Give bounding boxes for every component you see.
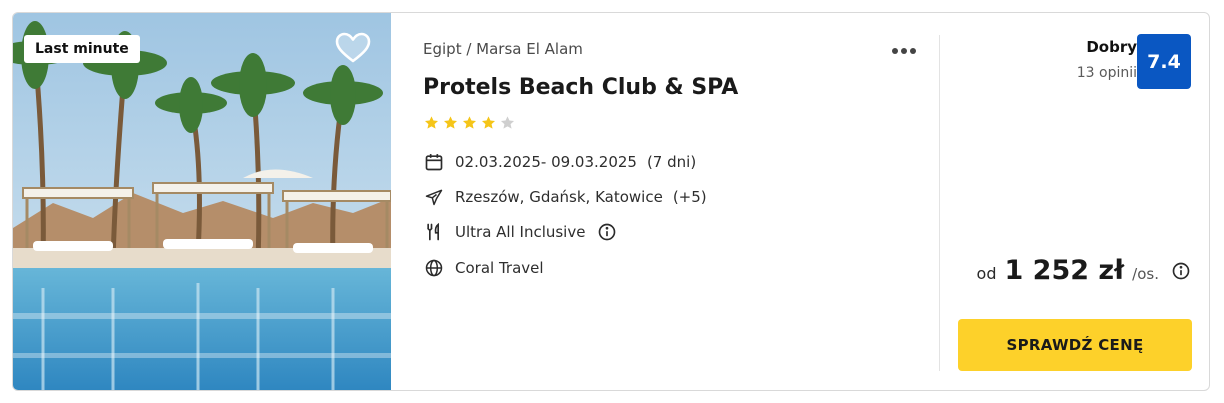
favorite-button[interactable] <box>335 32 371 64</box>
check-price-button[interactable]: SPRAWDŹ CENĘ <box>958 319 1192 371</box>
star-empty-icon <box>500 116 515 129</box>
dates-text: 02.03.2025- 09.03.2025 <box>455 153 637 171</box>
price-value: 1 252 zł <box>1004 255 1125 286</box>
info-circle-icon[interactable] <box>1171 261 1191 281</box>
price-unit: /os. <box>1132 265 1159 283</box>
hotel-photo[interactable]: Last minute <box>13 13 391 390</box>
offer-card[interactable]: Last minute Egipt / Marsa El Alam Protel… <box>12 12 1210 391</box>
duration-text: (7 dni) <box>646 153 697 171</box>
star-filled-icon <box>424 116 439 129</box>
column-divider <box>939 35 940 371</box>
star-filled-icon <box>462 116 477 129</box>
cutlery-icon <box>423 221 445 243</box>
operator-text: Coral Travel <box>455 259 544 277</box>
departures-row: Rzeszów, Gdańsk, Katowice (+5) <box>423 186 707 208</box>
board-text: Ultra All Inclusive <box>455 223 586 241</box>
operator-row: Coral Travel <box>423 257 544 279</box>
hotel-location[interactable]: Egipt / Marsa El Alam <box>423 40 583 58</box>
price: od 1 252 zł /os. <box>977 255 1191 286</box>
rating-count[interactable]: 13 opinii <box>1077 65 1137 81</box>
star-filled-icon <box>443 116 458 129</box>
hotel-photo-image <box>13 13 391 390</box>
more-horizontal-icon <box>892 48 916 54</box>
more-options-button[interactable] <box>887 39 921 63</box>
hotel-name[interactable]: Protels Beach Club & SPA <box>423 75 738 100</box>
offer-info: Egipt / Marsa El Alam Protels Beach Club… <box>423 13 923 390</box>
info-circle-icon[interactable] <box>597 222 617 242</box>
departures-more[interactable]: (+5) <box>673 188 707 206</box>
board-row: Ultra All Inclusive <box>423 221 617 243</box>
calendar-icon <box>423 151 445 173</box>
star-filled-icon <box>481 116 496 129</box>
heart-outline-icon <box>335 32 371 63</box>
hotel-stars <box>423 115 516 131</box>
price-from: od <box>976 264 997 283</box>
globe-icon <box>423 257 445 279</box>
dates-row: 02.03.2025- 09.03.2025 (7 dni) <box>423 151 696 173</box>
departures-text: Rzeszów, Gdańsk, Katowice <box>455 188 663 206</box>
last-minute-badge: Last minute <box>24 35 140 63</box>
plane-icon <box>423 186 445 208</box>
rating-label: Dobry <box>1086 38 1137 56</box>
rating-score: 7.4 <box>1137 34 1191 89</box>
